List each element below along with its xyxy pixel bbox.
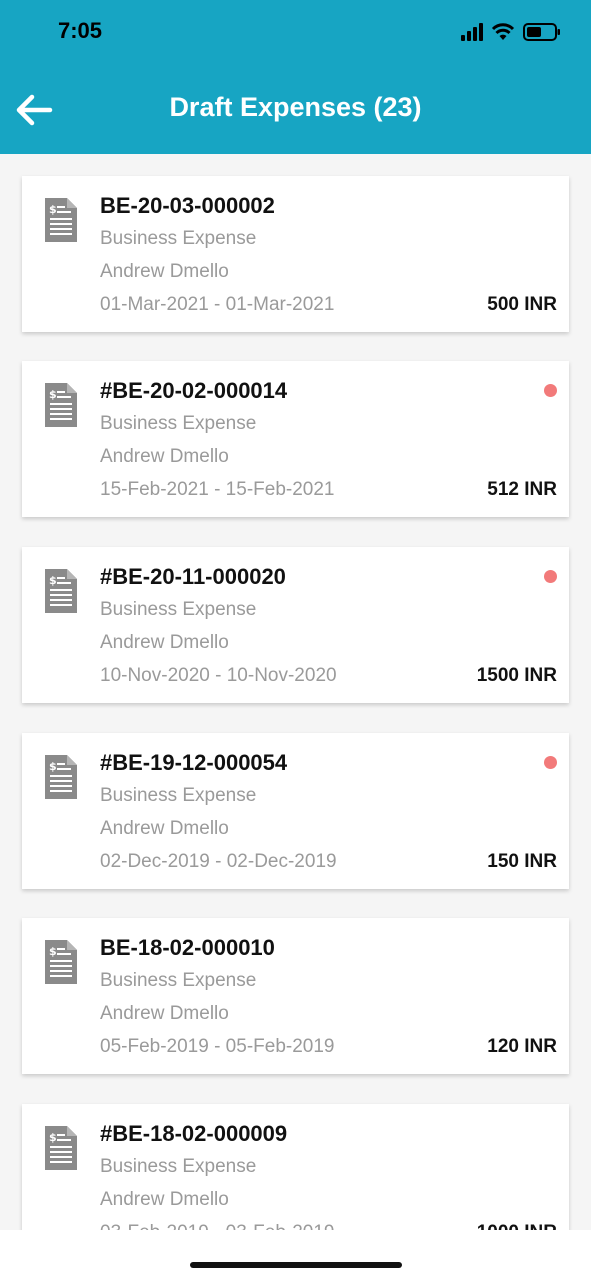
expense-amount: 512 INR (487, 479, 557, 500)
expense-card[interactable]: $ #BE-20-02-000014 Business Expense Andr… (22, 361, 569, 517)
svg-text:$: $ (49, 574, 57, 587)
expense-document-icon: $ (45, 198, 77, 242)
expense-card[interactable]: $ #BE-20-11-000020 Business Expense Andr… (22, 547, 569, 703)
expense-dates: 05-Feb-2019 - 05-Feb-2019 (100, 1036, 335, 1057)
svg-text:$: $ (49, 1131, 57, 1144)
battery-icon (523, 23, 560, 41)
expense-code: BE-18-02-000010 (100, 935, 275, 960)
expense-amount: 150 INR (487, 851, 557, 872)
svg-text:$: $ (49, 945, 57, 958)
expense-document-icon: $ (45, 569, 77, 613)
expense-code: #BE-19-12-000054 (100, 750, 288, 775)
expense-dates: 15-Feb-2021 - 15-Feb-2021 (100, 479, 335, 500)
expense-card[interactable]: $ BE-20-03-000002 Business Expense Andre… (22, 176, 569, 332)
wifi-icon (491, 23, 515, 40)
expense-amount: 120 INR (487, 1036, 557, 1057)
expense-card[interactable]: $ #BE-18-02-000009 Business Expense Andr… (22, 1104, 569, 1230)
home-indicator[interactable] (190, 1262, 402, 1268)
expense-amount: 1000 INR (477, 1222, 557, 1230)
expense-dates: 01-Mar-2021 - 01-Mar-2021 (100, 294, 335, 315)
expense-type: Business Expense (100, 1156, 257, 1177)
expense-person: Andrew Dmello (100, 1189, 229, 1210)
expense-person: Andrew Dmello (100, 446, 229, 467)
expense-document-icon: $ (45, 383, 77, 427)
expense-amount: 500 INR (487, 294, 557, 315)
expense-person: Andrew Dmello (100, 818, 229, 839)
app-header: 7:05 Draft Expenses (23) (0, 0, 591, 154)
unread-dot-icon (544, 756, 557, 769)
expense-code: #BE-20-11-000020 (100, 564, 286, 589)
unread-dot-icon (544, 570, 557, 583)
expense-person: Andrew Dmello (100, 632, 229, 653)
expense-type: Business Expense (100, 413, 257, 434)
expense-card[interactable]: $ BE-18-02-000010 Business Expense Andre… (22, 918, 569, 1074)
expense-code: BE-20-03-000002 (100, 193, 275, 218)
svg-text:$: $ (49, 388, 57, 401)
svg-text:$: $ (49, 203, 57, 216)
unread-dot-icon (544, 384, 557, 397)
status-icons (461, 22, 561, 42)
cellular-signal-icon (461, 23, 483, 41)
expense-person: Andrew Dmello (100, 261, 229, 282)
expense-amount: 1500 INR (476, 665, 557, 686)
expense-code: #BE-20-02-000014 (100, 378, 288, 403)
expense-code: #BE-18-02-000009 (100, 1121, 288, 1146)
expense-list[interactable]: $ BE-20-03-000002 Business Expense Andre… (0, 154, 591, 1230)
expense-document-icon: $ (45, 755, 77, 799)
expense-person: Andrew Dmello (100, 1003, 229, 1024)
page-title: Draft Expenses (23) (169, 92, 422, 122)
status-time: 7:05 (58, 18, 103, 43)
expense-dates: 03-Feb-2019 - 03-Feb-2019 (100, 1222, 334, 1230)
expense-type: Business Expense (100, 970, 257, 991)
expense-document-icon: $ (45, 940, 77, 984)
expense-card[interactable]: $ #BE-19-12-000054 Business Expense Andr… (22, 733, 569, 889)
expense-document-icon: $ (45, 1126, 77, 1170)
bottom-safe-area (0, 1230, 591, 1280)
expense-dates: 02-Dec-2019 - 02-Dec-2019 (100, 851, 337, 872)
expense-type: Business Expense (100, 228, 257, 249)
svg-text:$: $ (49, 760, 57, 773)
expense-type: Business Expense (100, 785, 257, 806)
expense-type: Business Expense (100, 599, 257, 620)
expense-dates: 10-Nov-2020 - 10-Nov-2020 (100, 665, 337, 686)
